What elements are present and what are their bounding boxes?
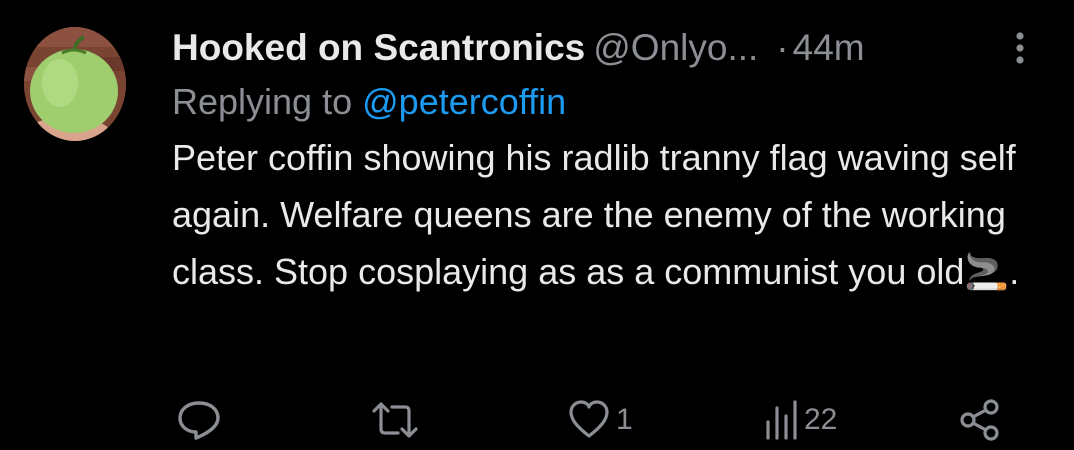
- like-button[interactable]: 1: [568, 398, 633, 442]
- action-bar: 1 22: [0, 398, 1074, 442]
- retweet-button[interactable]: [370, 398, 426, 442]
- user-handle[interactable]: @Onlyo...: [593, 27, 758, 68]
- views-chart-icon: [766, 400, 797, 440]
- heart-icon: [569, 400, 609, 438]
- reply-button[interactable]: [176, 398, 228, 442]
- tweet-content: Hooked on Scantronics @Onlyo... · 44m Reply…: [172, 22, 1052, 300]
- views-count: 22: [804, 403, 838, 436]
- reply-icon: [178, 401, 220, 440]
- green-tomato-avatar: [24, 27, 126, 141]
- replying-to-line: Replying to @petercoffin: [172, 78, 1052, 126]
- replying-to-handle[interactable]: @petercoffin: [362, 81, 566, 122]
- avatar[interactable]: [24, 27, 126, 141]
- share-icon: [960, 399, 999, 441]
- more-options-button[interactable]: [1008, 28, 1032, 68]
- like-count: 1: [616, 403, 633, 436]
- views-button[interactable]: 22: [764, 398, 837, 442]
- display-name[interactable]: Hooked on Scantronics: [172, 27, 585, 68]
- tweet-header: Hooked on Scantronics @Onlyo... · 44m: [172, 22, 1052, 74]
- replying-to-label: Replying to: [172, 81, 353, 122]
- retweet-icon: [372, 402, 418, 438]
- more-vertical-icon: [1016, 32, 1024, 64]
- share-button[interactable]: [958, 398, 1008, 442]
- tweet[interactable]: Hooked on Scantronics @Onlyo... · 44m Reply…: [0, 0, 1074, 450]
- timestamp[interactable]: 44m: [793, 27, 865, 68]
- separator-dot: ·: [776, 27, 789, 68]
- tweet-text: Peter coffin showing his radlib tranny f…: [172, 137, 1020, 292]
